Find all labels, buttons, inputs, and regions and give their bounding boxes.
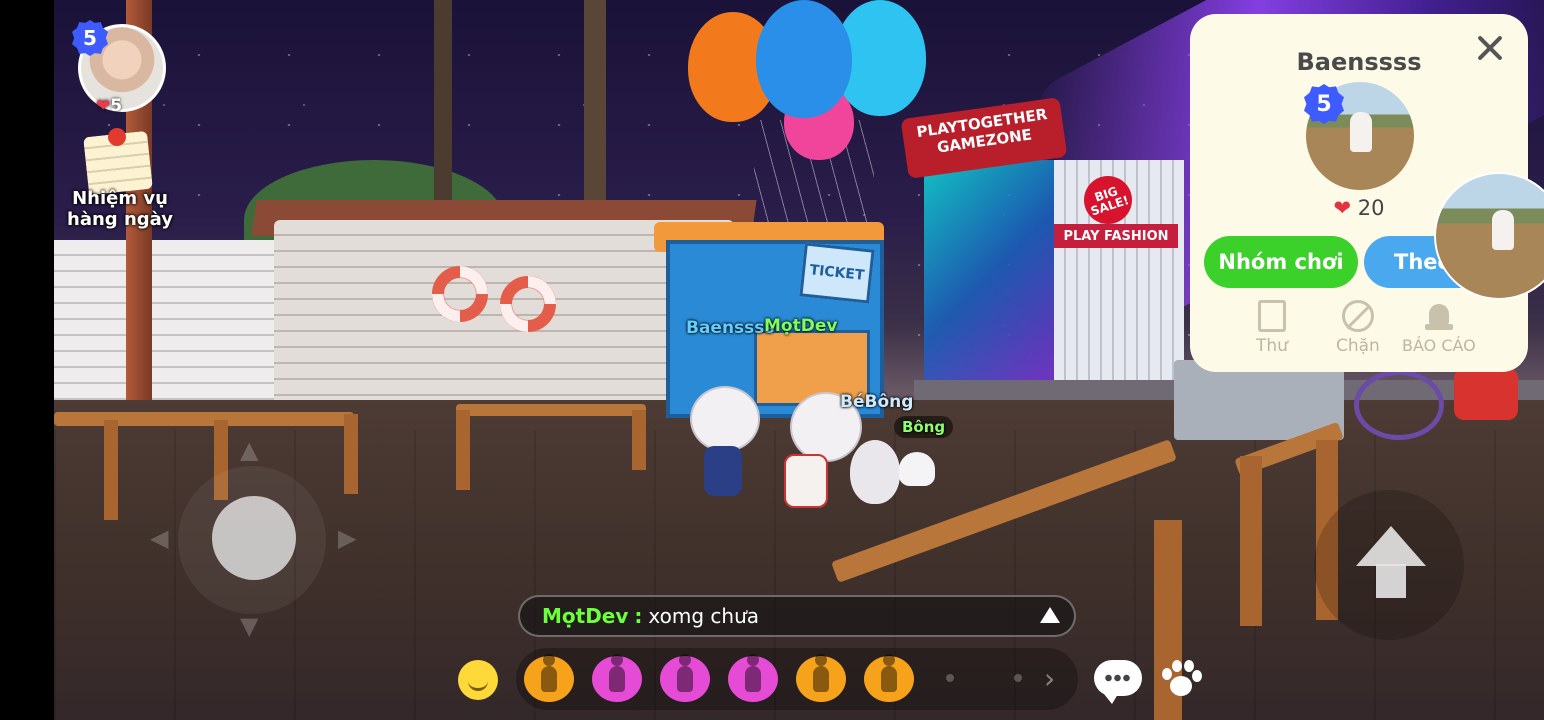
life-ring-icon [500,276,556,332]
arrow-left-icon: ◀ [150,524,169,552]
emote-3-button[interactable] [660,654,710,702]
block-icon [1341,300,1374,332]
heart-icon: ❤ [96,96,111,116]
block-action[interactable]: Chặn [1336,300,1380,356]
dance-figure-icon [541,654,557,692]
character-head [690,386,760,452]
ticket-sign: TICKET [799,242,875,304]
white-house [54,240,274,420]
daily-quest-label-line1: Nhiệm vụ [72,188,168,209]
emote-slot-empty[interactable] [946,674,954,682]
paw-toe [1162,668,1172,680]
dance-figure-icon [677,654,693,692]
block-label: Chặn [1336,336,1380,356]
railing-post [104,420,118,520]
paw-toe [1184,660,1194,672]
paw-toe [1172,660,1182,672]
emote-slot-empty[interactable] [1014,674,1022,682]
railing-post [344,414,358,494]
expand-chat-icon[interactable] [1040,607,1060,623]
player-hearts: ❤5 [96,96,122,116]
character-body [784,454,828,508]
nametag-baenssss: Baenssss [686,318,775,338]
egg-pet[interactable] [850,440,900,504]
paw-pad [1170,676,1192,696]
ghost-pet[interactable] [899,452,935,486]
heart-icon: ❤ [1333,196,1352,220]
dance-figure-icon [745,654,761,692]
character-body [704,446,742,496]
emote-5-button[interactable] [796,654,846,702]
profile-likes-count: 20 [1357,196,1385,220]
close-icon[interactable] [1472,30,1508,66]
jump-arrow-icon[interactable] [1356,526,1426,600]
joystick-knob[interactable] [212,496,296,580]
chat-separator: : [634,604,643,628]
daily-quest-label-line2: hàng ngày [67,209,173,230]
emote-1-button[interactable] [524,654,574,702]
avatar-person [1350,112,1372,152]
fashion-sign: PLAY FASHION [1054,224,1178,248]
emote-6-button[interactable] [864,654,914,702]
report-bell-icon [1423,300,1455,332]
mail-icon [1257,300,1286,332]
chat-bubble-icon[interactable] [1094,660,1142,704]
bicycle [1354,370,1444,440]
deck-railing [456,404,646,416]
balloon-blue [756,0,852,118]
report-label: BÁO CÁO [1402,336,1476,355]
nametag-bebong: BéBông [840,392,914,412]
railing-post [632,410,646,470]
mail-label: Thư [1256,336,1288,356]
arrow-right-icon: ▶ [338,524,357,552]
chat-dots [1104,674,1132,682]
chat-message: xomg chưa [648,604,760,628]
player-hearts-count: 5 [110,96,123,116]
dance-figure-icon [813,654,829,692]
life-ring-icon [432,266,488,322]
railing-post [456,410,470,490]
mail-action[interactable]: Thư [1256,300,1288,356]
group-play-button[interactable]: Nhóm chơi [1204,236,1358,288]
nametag-bong: Bông [894,416,954,438]
chat-sender: MọtDev [542,604,629,628]
nametag-motdev: MọtDev [764,316,838,336]
chevron-right-icon[interactable]: › [1044,662,1055,695]
dance-figure-icon [609,654,625,692]
paw-icon[interactable] [1158,658,1204,700]
pin-icon [108,128,126,146]
emote-4-button[interactable] [728,654,778,702]
smiley-icon [468,678,488,691]
arrow-up-icon: ▲ [240,436,259,464]
avatar-person [1492,210,1514,250]
report-action[interactable]: BÁO CÁO [1402,300,1476,355]
daily-quest-label[interactable]: Nhiệm vụ hàng ngày [62,188,178,230]
red-bag [1454,368,1518,420]
paw-toe [1192,670,1202,682]
emoji-button[interactable] [458,660,498,700]
arrow-down-icon: ▼ [240,612,259,640]
dance-figure-icon [881,654,897,692]
chat-preview-bar[interactable]: MọtDev : xomg chưa [518,595,1076,637]
emote-2-button[interactable] [592,654,642,702]
deck-railing [54,412,354,426]
gamezone-tower [924,160,1054,390]
railing-post [1240,456,1262,626]
